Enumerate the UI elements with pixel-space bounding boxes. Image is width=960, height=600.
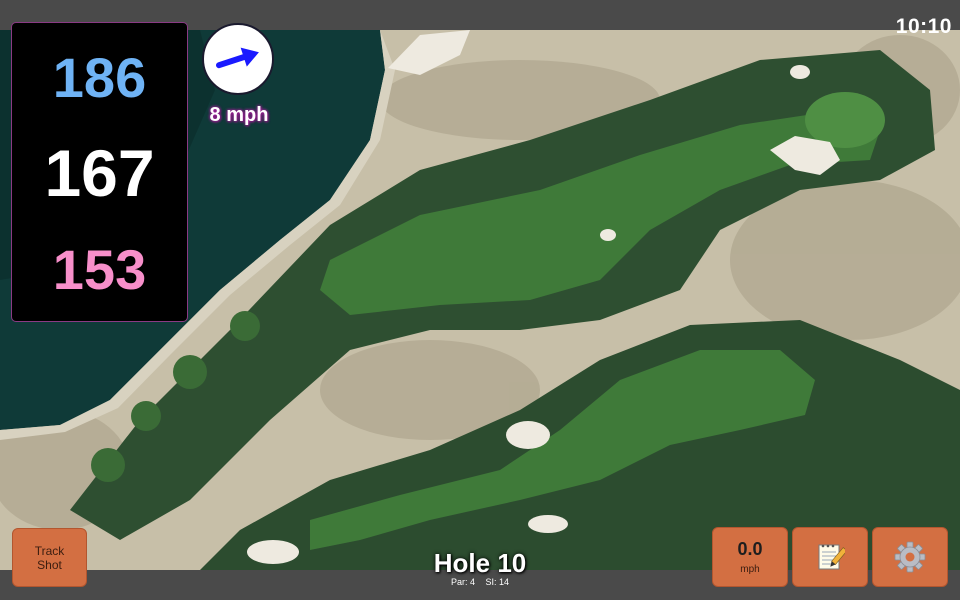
hole-stroke-index: SI: 14 bbox=[485, 577, 510, 587]
distance-panel: 186 167 153 bbox=[11, 22, 188, 322]
wind-speed: 8 mph bbox=[209, 104, 269, 126]
back-distance: 186 bbox=[52, 46, 147, 109]
notes-button[interactable] bbox=[792, 527, 868, 587]
hole-title: Hole 10 bbox=[433, 548, 527, 578]
settings-button[interactable] bbox=[872, 527, 948, 587]
speed-value: 0.0 bbox=[737, 539, 763, 559]
speed-button[interactable]: 0.0 mph bbox=[712, 527, 788, 587]
track-shot-label-line2: Shot bbox=[37, 557, 62, 572]
hole-info: Par: 4 SI: 14 bbox=[380, 577, 580, 587]
track-shot-label-line1: Track bbox=[34, 543, 65, 558]
speed-unit: mph bbox=[740, 564, 760, 575]
hole-par: Par: 4 bbox=[450, 577, 475, 587]
clock: 10:10 bbox=[895, 15, 952, 38]
middle-distance: 167 bbox=[44, 136, 155, 210]
notepad-icon bbox=[818, 544, 845, 570]
gear-icon bbox=[894, 541, 926, 573]
track-shot-button[interactable]: Track Shot bbox=[12, 528, 87, 587]
front-distance: 153 bbox=[52, 238, 147, 301]
wind-indicator bbox=[202, 23, 274, 95]
arrow-right-icon bbox=[215, 47, 259, 69]
